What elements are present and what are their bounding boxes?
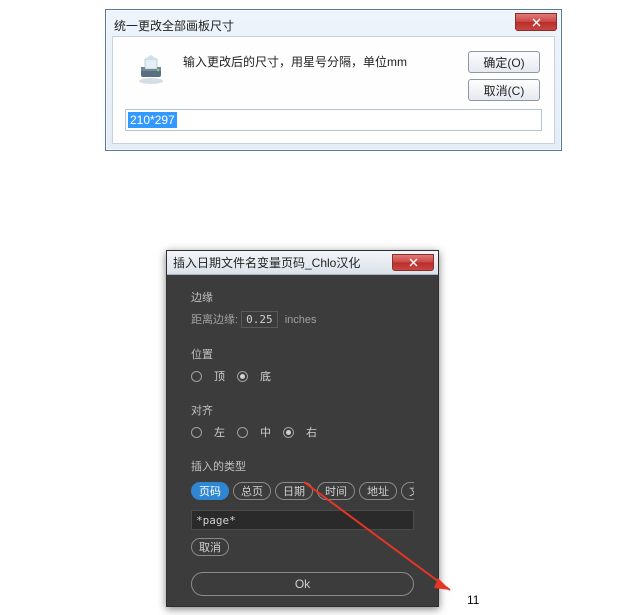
size-input[interactable]: 210*297 [125,109,542,131]
chip-date[interactable]: 日期 [275,482,313,500]
cancel-button[interactable]: 取消 [191,538,229,556]
dialog-titlebar[interactable]: 插入日期文件名变量页码_Chlo汉化 [167,251,438,275]
radio-bottom-label: 底 [260,368,271,384]
align-radio-group: 左 中 右 [191,424,414,440]
chip-totalpages[interactable]: 总页 [233,482,271,500]
section-align-label: 对齐 [191,402,414,418]
resize-artboards-dialog: 统一更改全部画板尺寸 输入更改后的尺寸，用星号分隔，单位mm 确定(O) 取消(… [105,9,562,151]
insert-variable-dialog: 插入日期文件名变量页码_Chlo汉化 边缘 距离边缘: 0.25 inches … [166,250,439,607]
margin-sub-label: 距离边缘: [191,314,238,326]
size-input-value: 210*297 [128,112,177,128]
chip-time[interactable]: 时间 [317,482,355,500]
close-button[interactable] [515,13,557,31]
dialog-body: 输入更改后的尺寸，用星号分隔，单位mm 确定(O) 取消(C) 210*297 [112,36,555,144]
page-number: 11 [467,593,479,607]
dialog-body: 边缘 距离边缘: 0.25 inches 位置 顶 底 对齐 左 中 右 插入的… [167,275,438,606]
chip-path[interactable]: 地址 [359,482,397,500]
radio-center[interactable] [237,427,248,438]
radio-right[interactable] [283,427,294,438]
close-icon [409,258,418,267]
radio-right-label: 右 [306,424,317,440]
section-position-label: 位置 [191,346,414,362]
margin-value-input[interactable]: 0.25 [241,311,278,328]
radio-bottom[interactable] [237,371,248,382]
section-insert-label: 插入的类型 [191,458,414,474]
insert-value: *page* [196,514,236,527]
cancel-button[interactable]: 取消(C) [468,79,540,101]
section-margin-label: 边缘 [191,289,414,305]
close-icon [532,18,541,27]
radio-left[interactable] [191,427,202,438]
ok-button[interactable]: Ok [191,572,414,596]
chip-filename[interactable]: 文件名 [401,482,414,500]
dialog-title: 统一更改全部画板尺寸 [114,17,234,34]
printer-icon [135,53,167,85]
dialog-message: 输入更改后的尺寸，用星号分隔，单位mm [183,53,407,70]
insert-type-chips: 页码 总页 日期 时间 地址 文件名 [191,482,414,500]
radio-top[interactable] [191,371,202,382]
radio-top-label: 顶 [214,368,225,384]
position-radio-group: 顶 底 [191,368,414,384]
margin-unit: inches [285,314,317,326]
dialog-titlebar[interactable]: 统一更改全部画板尺寸 [106,10,561,36]
insert-value-input[interactable]: *page* [191,510,414,530]
radio-center-label: 中 [260,424,271,440]
ok-button[interactable]: 确定(O) [468,51,540,73]
close-button[interactable] [392,254,434,271]
dialog-title: 插入日期文件名变量页码_Chlo汉化 [173,254,360,271]
radio-left-label: 左 [214,424,225,440]
chip-page[interactable]: 页码 [191,482,229,500]
